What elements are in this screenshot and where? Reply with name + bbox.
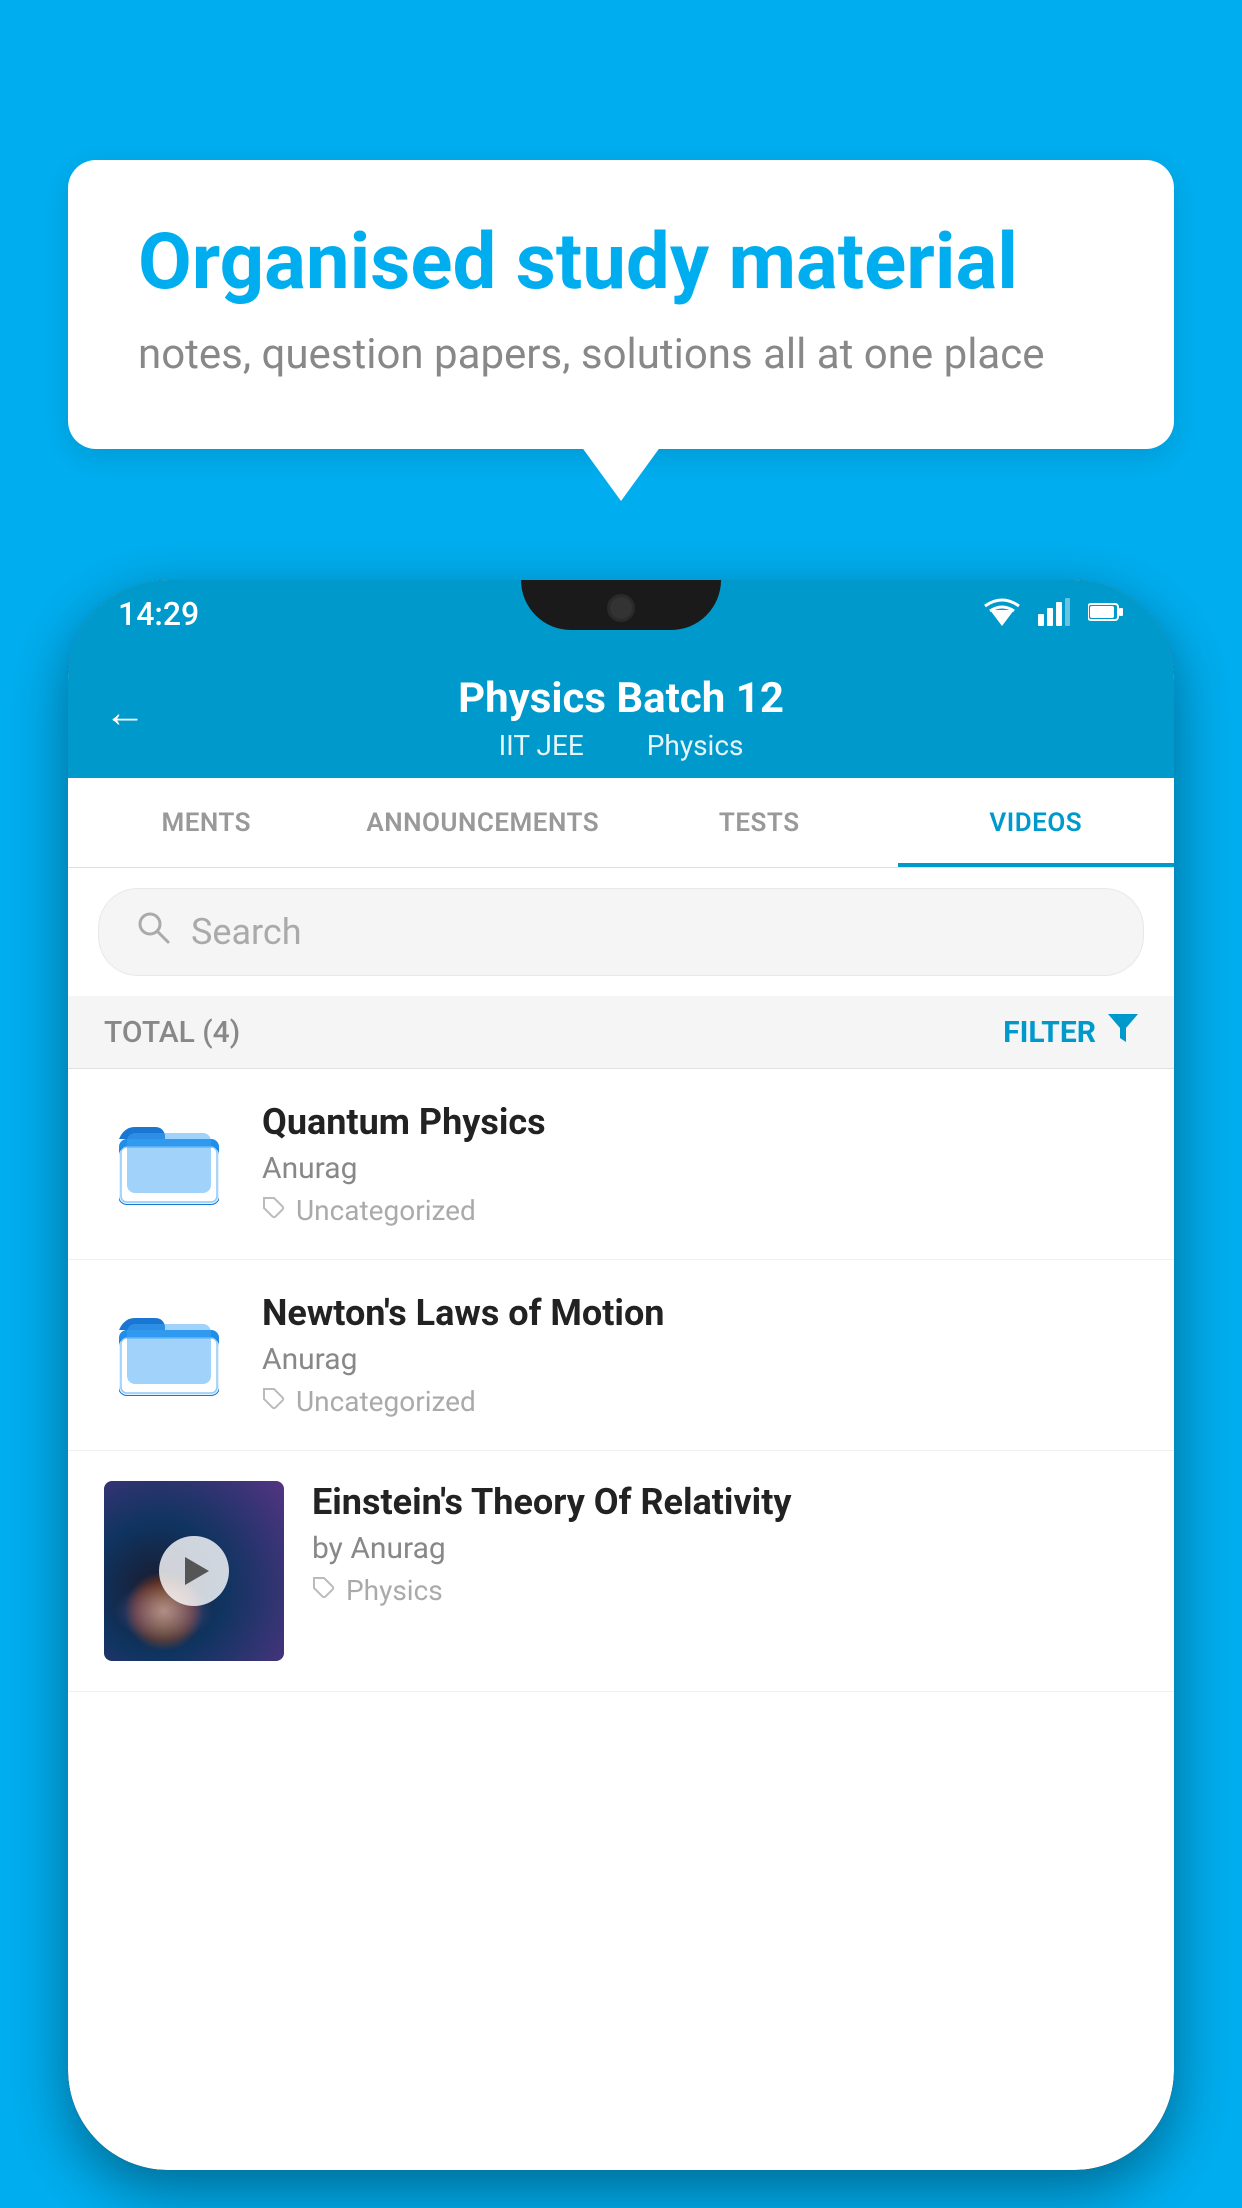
wifi-icon [984,598,1020,630]
tag-icon [262,1194,286,1227]
tag-icon [312,1574,336,1607]
list-item[interactable]: Quantum Physics Anurag Uncategorized [68,1069,1174,1260]
camera [607,594,635,622]
folder-thumbnail [104,1099,234,1229]
bubble-subtitle: notes, question papers, solutions all at… [138,330,1104,379]
video-author: Anurag [262,1151,1138,1186]
video-item-info: Newton's Laws of Motion Anurag Uncategor… [262,1292,1138,1418]
filter-icon [1108,1014,1138,1050]
signal-icon [1038,598,1070,630]
tab-tests[interactable]: TESTS [621,778,898,867]
list-item[interactable]: Newton's Laws of Motion Anurag Uncategor… [68,1260,1174,1451]
filter-button[interactable]: FILTER [1003,1014,1138,1050]
video-title: Quantum Physics [262,1101,1138,1143]
video-item-info: Quantum Physics Anurag Uncategorized [262,1101,1138,1227]
video-thumbnail [104,1481,284,1661]
video-title: Newton's Laws of Motion [262,1292,1138,1334]
notch [521,580,721,630]
search-icon [135,909,171,955]
search-bar[interactable]: Search [98,888,1144,976]
batch-subtitle: IIT JEE Physics [485,729,758,762]
status-bar: 14:29 [68,580,1174,648]
video-title: Einstein's Theory Of Relativity [312,1481,1138,1523]
video-list: Quantum Physics Anurag Uncategorized [68,1069,1174,1692]
filter-bar: TOTAL (4) FILTER [68,996,1174,1069]
video-tag: Uncategorized [262,1194,1138,1227]
tag-icon [262,1385,286,1418]
status-icons [984,598,1124,630]
search-container: Search [68,868,1174,996]
play-icon [185,1557,209,1585]
tab-announcements[interactable]: ANNOUNCEMENTS [345,778,622,867]
video-item-info: Einstein's Theory Of Relativity by Anura… [312,1481,1138,1607]
phone-frame: 14:29 [68,580,1174,2170]
tab-videos[interactable]: VIDEOS [898,778,1175,867]
video-tag: Physics [312,1574,1138,1607]
video-author: by Anurag [312,1531,1138,1566]
search-placeholder: Search [191,911,302,953]
batch-title: Physics Batch 12 [458,674,784,723]
subject-physics: Physics [647,729,744,762]
phone-screen: 14:29 [68,580,1174,2170]
bubble-title: Organised study material [138,220,1104,306]
tabs-bar: MENTS ANNOUNCEMENTS TESTS VIDEOS [68,778,1174,868]
status-time: 14:29 [118,595,199,633]
battery-icon [1088,601,1124,627]
list-item[interactable]: Einstein's Theory Of Relativity by Anura… [68,1451,1174,1692]
subject-iitjee: IIT JEE [499,729,584,762]
play-button[interactable] [159,1536,229,1606]
app-header: ← Physics Batch 12 IIT JEE Physics [68,648,1174,778]
folder-thumbnail [104,1290,234,1420]
tab-ments[interactable]: MENTS [68,778,345,867]
total-count: TOTAL (4) [104,1015,240,1050]
speech-bubble: Organised study material notes, question… [68,160,1174,449]
video-author: Anurag [262,1342,1138,1377]
video-tag: Uncategorized [262,1385,1138,1418]
back-button[interactable]: ← [104,689,146,738]
